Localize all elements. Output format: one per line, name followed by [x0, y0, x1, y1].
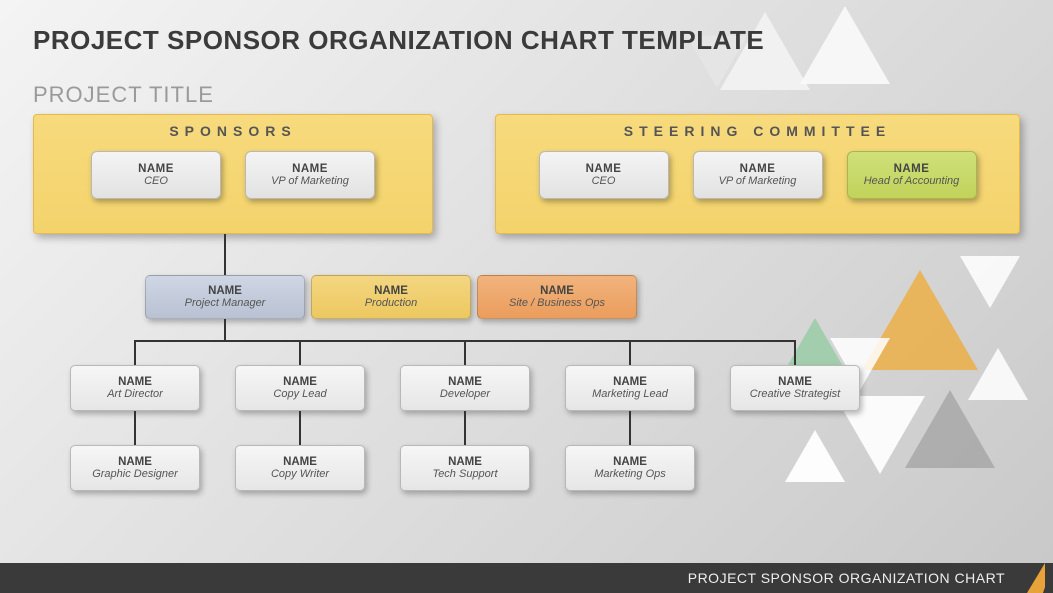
person-name: NAME [208, 285, 242, 297]
person-name: NAME [118, 376, 152, 388]
org-node: NAMEGraphic Designer [70, 445, 200, 491]
manager-row: NAME Project Manager NAME Production NAM… [145, 275, 643, 319]
person-role: Marketing Lead [592, 388, 668, 400]
person-name: NAME [283, 456, 317, 468]
person-role: Developer [440, 388, 490, 400]
sponsors-panel: SPONSORS NAME CEO NAME VP of Marketing [33, 114, 433, 234]
person-name: NAME [586, 163, 622, 175]
connector [629, 340, 631, 365]
person-role: VP of Marketing [271, 175, 349, 187]
footer-accent [1043, 563, 1053, 593]
person-role: Copy Lead [273, 388, 326, 400]
person-role: Site / Business Ops [509, 297, 605, 309]
person-role: Marketing Ops [594, 468, 666, 480]
connector [629, 411, 631, 445]
person-role: Copy Writer [271, 468, 329, 480]
person-name: NAME [374, 285, 408, 297]
connector [224, 234, 226, 275]
person-role: CEO [144, 175, 168, 187]
person-name: NAME [448, 456, 482, 468]
sponsors-title: SPONSORS [34, 123, 432, 139]
person-role: CEO [592, 175, 616, 187]
person-name: NAME [613, 456, 647, 468]
decor-triangle [960, 256, 1020, 308]
decor-triangle [968, 348, 1028, 400]
person-role: Graphic Designer [92, 468, 178, 480]
connector [299, 340, 301, 365]
org-node: NAMECopy Lead [235, 365, 365, 411]
org-node: NAMECopy Writer [235, 445, 365, 491]
person-name: NAME [283, 376, 317, 388]
person-role: Production [365, 297, 418, 309]
person-name: NAME [613, 376, 647, 388]
person-role: Art Director [107, 388, 163, 400]
person-role: Head of Accounting [864, 175, 960, 187]
decor-triangle [800, 6, 890, 84]
org-node: NAMEMarketing Ops [565, 445, 695, 491]
sponsor-card: NAME CEO [91, 151, 221, 199]
manager-project-manager: NAME Project Manager [145, 275, 305, 319]
connector [464, 340, 466, 365]
org-node: NAMETech Support [400, 445, 530, 491]
person-name: NAME [448, 376, 482, 388]
person-role: VP of Marketing [719, 175, 797, 187]
connector [299, 411, 301, 445]
footer: PROJECT SPONSOR ORGANIZATION CHART [0, 563, 1053, 593]
steering-panel: STEERING COMMITTEE NAME CEO NAME VP of M… [495, 114, 1020, 234]
person-name: NAME [292, 163, 328, 175]
person-name: NAME [118, 456, 152, 468]
person-name: NAME [778, 376, 812, 388]
connector [464, 411, 466, 445]
connector [134, 411, 136, 445]
person-role: Project Manager [185, 297, 266, 309]
manager-site-business-ops: NAME Site / Business Ops [477, 275, 637, 319]
person-name: NAME [894, 163, 930, 175]
org-node: NAMEArt Director [70, 365, 200, 411]
decor-triangle [785, 430, 845, 482]
page-title: PROJECT SPONSOR ORGANIZATION CHART TEMPL… [33, 25, 764, 56]
steering-card: NAME CEO [539, 151, 669, 199]
steering-title: STEERING COMMITTEE [496, 123, 1019, 139]
connector [224, 319, 226, 341]
person-name: NAME [540, 285, 574, 297]
connector [794, 340, 796, 365]
steering-card: NAME Head of Accounting [847, 151, 977, 199]
steering-card: NAME VP of Marketing [693, 151, 823, 199]
person-role: Tech Support [432, 468, 497, 480]
person-role: Creative Strategist [750, 388, 840, 400]
footer-text: PROJECT SPONSOR ORGANIZATION CHART [688, 570, 1005, 586]
org-node: NAMECreative Strategist [730, 365, 860, 411]
org-node: NAMEMarketing Lead [565, 365, 695, 411]
manager-production: NAME Production [311, 275, 471, 319]
org-node: NAMEDeveloper [400, 365, 530, 411]
person-name: NAME [138, 163, 174, 175]
connector [134, 340, 136, 365]
person-name: NAME [740, 163, 776, 175]
sponsor-card: NAME VP of Marketing [245, 151, 375, 199]
page-subtitle: PROJECT TITLE [33, 82, 214, 108]
